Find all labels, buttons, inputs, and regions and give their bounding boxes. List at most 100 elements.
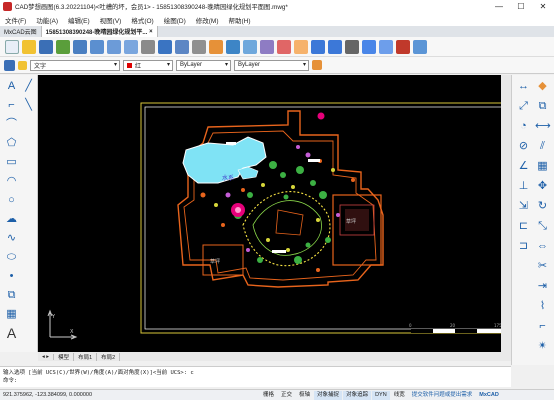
grid-icon[interactable] [362, 39, 376, 54]
ordinate-dim-icon[interactable]: ⊥ [516, 179, 531, 194]
layers-icon[interactable] [4, 59, 15, 71]
tab-layout2[interactable]: 布局2 [97, 352, 121, 361]
command-prompt[interactable]: 命令: [3, 377, 508, 385]
menu-format[interactable]: 格式(O) [126, 15, 158, 25]
insert-block-icon[interactable]: ⧉ [4, 288, 19, 303]
point-icon[interactable]: • [4, 269, 19, 284]
zoom-realtime-icon[interactable] [107, 39, 121, 54]
tab-model[interactable]: 模型 [54, 352, 75, 361]
construction-line-icon[interactable]: ╲ [21, 98, 36, 113]
mtext-icon[interactable]: A [4, 326, 19, 341]
menu-modify[interactable]: 修改(M) [191, 15, 224, 25]
properties-icon[interactable] [192, 39, 206, 54]
line-icon[interactable]: ╱ [21, 79, 36, 94]
menu-file[interactable]: 文件(F) [0, 15, 31, 25]
polar-toggle[interactable]: 极轴 [296, 391, 313, 400]
rotate-view-icon[interactable] [175, 39, 189, 54]
ellipse-icon[interactable]: ⬭ [4, 250, 19, 265]
measure-icon[interactable] [158, 39, 172, 54]
circle-icon[interactable]: ○ [4, 193, 19, 208]
radius-dim-icon[interactable]: ◔ [516, 119, 531, 134]
pdf-icon[interactable] [396, 39, 410, 54]
lineweight-select[interactable]: ByLayer ▾ [234, 59, 309, 71]
match-prop-icon[interactable] [277, 39, 291, 54]
continue-dim-icon[interactable]: ⊏ [516, 219, 531, 234]
zoom-previous-icon[interactable] [124, 39, 138, 54]
layer-manager-icon[interactable] [226, 39, 240, 54]
block-icon[interactable] [260, 39, 274, 54]
menu-draw[interactable]: 绘图(D) [159, 15, 191, 25]
ortho-toggle[interactable]: 正交 [278, 391, 295, 400]
new-file-icon[interactable] [5, 39, 19, 54]
extend-icon[interactable]: ⇥ [535, 279, 550, 294]
menu-edit[interactable]: 编辑(E) [63, 15, 95, 25]
dyn-toggle[interactable]: DYN [372, 390, 390, 400]
maximize-button[interactable]: ☐ [510, 0, 532, 13]
vertical-scrollbar[interactable] [501, 75, 511, 352]
osnap-toggle[interactable]: 对象捕捉 [314, 390, 343, 400]
image-icon[interactable] [413, 39, 427, 54]
pan-hand-icon[interactable] [141, 39, 155, 54]
open-folder-icon[interactable] [22, 39, 36, 54]
leader-icon[interactable]: ⇲ [516, 199, 531, 214]
copy-icon[interactable]: ⧉ [535, 99, 550, 114]
otrack-toggle[interactable]: 对象追踪 [343, 390, 372, 400]
spline-icon[interactable]: ∿ [4, 231, 19, 246]
tab-nav-icon[interactable]: ◂ ▸ [38, 353, 55, 360]
color-select[interactable]: 红 ▾ [123, 59, 173, 71]
minimize-button[interactable]: — [488, 0, 510, 13]
bulb-icon[interactable] [18, 60, 27, 70]
trim-icon[interactable]: ✂ [535, 259, 550, 274]
angle-dim-icon[interactable]: ∠ [516, 159, 531, 174]
tab-cloud[interactable]: MxCAD云图 [0, 26, 42, 37]
save-icon[interactable] [39, 39, 53, 54]
diameter-dim-icon[interactable]: ⊘ [516, 139, 531, 154]
linetype-select[interactable]: ByLayer ▾ [176, 59, 231, 71]
rotate-icon[interactable]: ↻ [535, 199, 550, 214]
align-dim-icon[interactable]: ⤢ [516, 99, 531, 114]
erase-icon[interactable]: ◆ [535, 79, 550, 94]
clipboard-icon[interactable] [294, 39, 308, 54]
mirror-icon[interactable]: ⟷ [535, 119, 551, 134]
table-icon[interactable] [243, 39, 257, 54]
grid-toggle[interactable]: 栅格 [260, 391, 277, 400]
move-icon[interactable]: ✥ [535, 179, 550, 194]
text-style-icon[interactable]: A [4, 79, 19, 94]
zoom-window-icon[interactable] [73, 39, 87, 54]
feedback-link[interactable]: 提交软件问题或提出需求 [409, 391, 476, 400]
globe-icon[interactable] [379, 39, 393, 54]
layer-select[interactable]: 文字 ▾ [30, 59, 120, 71]
polygon-icon[interactable]: ⬠ [4, 136, 19, 151]
redo-icon[interactable] [328, 39, 342, 54]
fillet-icon[interactable]: ⌐ [535, 319, 550, 334]
pencil-icon[interactable] [209, 39, 223, 54]
hatch-icon[interactable]: ▦ [4, 307, 19, 322]
arc-icon[interactable]: ⌒ [4, 117, 19, 132]
tab-layout1[interactable]: 布局1 [74, 352, 98, 361]
scale-icon[interactable]: ⤡ [535, 219, 550, 234]
print-icon[interactable] [345, 39, 359, 54]
baseline-dim-icon[interactable]: ⊐ [516, 239, 531, 254]
close-button[interactable]: ✕ [532, 0, 554, 13]
array-icon[interactable]: ▦ [535, 159, 550, 174]
zoom-extents-icon[interactable] [90, 39, 104, 54]
revcloud-icon[interactable]: ☁ [4, 212, 19, 227]
menu-function[interactable]: 功能(A) [31, 15, 63, 25]
drawing-canvas[interactable]: 水系 草坪 草坪 0 20 175 Y X [38, 75, 511, 352]
rectangle-icon[interactable]: ▭ [4, 155, 19, 170]
command-line[interactable]: 输入选项 [当前 UCS(C)/世界(W)/角度(A)/面对角度(X)]<当前 … [0, 366, 511, 387]
stretch-icon[interactable]: ⇔ [535, 239, 550, 254]
offset-icon[interactable]: ⫽ [535, 139, 550, 154]
tab-drawing[interactable]: 15851308390248-晚晴园绿化规划平... × [41, 26, 158, 37]
dimension-icon[interactable]: ↔ [516, 79, 531, 94]
menu-help[interactable]: 帮助(H) [224, 15, 256, 25]
break-icon[interactable]: ⌇ [535, 299, 550, 314]
arc-3pt-icon[interactable]: ◠ [4, 174, 19, 189]
brush-icon[interactable] [312, 60, 322, 70]
explode-icon[interactable]: ✴ [535, 339, 550, 354]
undo-icon[interactable] [311, 39, 325, 54]
lineweight-toggle[interactable]: 线宽 [391, 391, 408, 400]
tab-close-icon[interactable]: × [149, 29, 153, 35]
menu-view[interactable]: 视图(V) [95, 15, 127, 25]
polyline-icon[interactable]: ⌐ [4, 98, 19, 113]
